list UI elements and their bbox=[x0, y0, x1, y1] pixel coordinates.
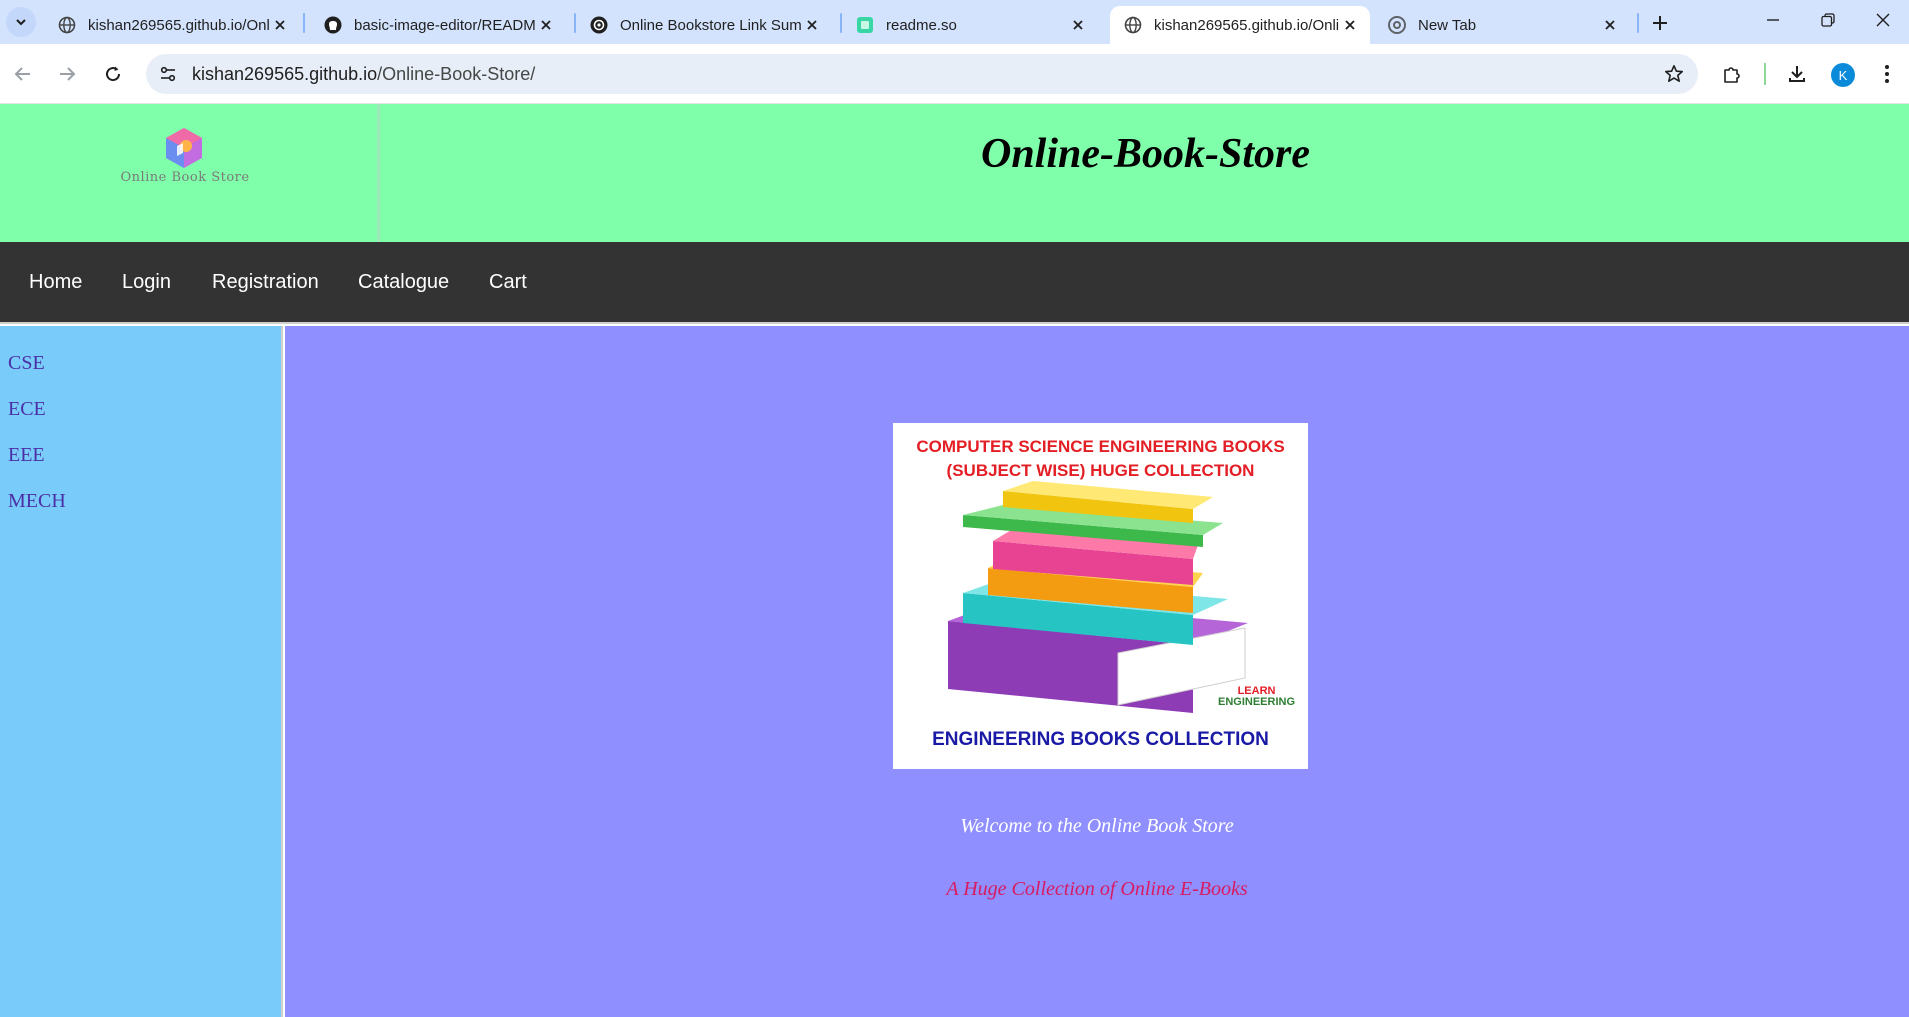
welcome-text: Welcome to the Online Book Store bbox=[960, 815, 1234, 837]
tab-title: New Tab bbox=[1418, 16, 1477, 34]
sidebar-item-cse[interactable]: CSE bbox=[8, 352, 45, 375]
sidebar-item-ece[interactable]: ECE bbox=[8, 398, 46, 421]
logo-area[interactable]: Online Book Store bbox=[0, 104, 380, 242]
nav-home-link[interactable]: Home bbox=[29, 242, 82, 322]
url-host: kishan269565.github.io bbox=[192, 64, 378, 84]
tab-title: kishan269565.github.io/Online-Book-Store… bbox=[1154, 16, 1340, 34]
book-store-logo-icon bbox=[166, 128, 202, 168]
globe-icon bbox=[1124, 16, 1142, 34]
close-icon[interactable] bbox=[270, 15, 290, 35]
nav-registration-link[interactable]: Registration bbox=[212, 242, 319, 322]
chatgpt-icon bbox=[590, 16, 608, 34]
close-icon[interactable] bbox=[802, 15, 822, 35]
browser-tab-strip: kishan269565.github.io/Online-Book-Store… bbox=[0, 0, 1909, 44]
browser-tab[interactable]: Online Bookstore Link Summary bbox=[576, 6, 832, 44]
restore-icon bbox=[1821, 13, 1835, 27]
back-button[interactable] bbox=[6, 57, 40, 91]
browser-tab[interactable]: New Tab bbox=[1374, 6, 1630, 44]
site-info-icon[interactable] bbox=[156, 62, 180, 86]
nav-login-link[interactable]: Login bbox=[122, 242, 171, 322]
restore-button[interactable] bbox=[1800, 0, 1856, 40]
close-icon bbox=[1876, 13, 1890, 27]
reload-button[interactable] bbox=[96, 57, 130, 91]
tab-separator bbox=[303, 13, 305, 33]
site-title: Online-Book-Store bbox=[980, 131, 1311, 177]
plus-icon bbox=[1653, 16, 1667, 30]
chevron-down-icon bbox=[16, 19, 26, 26]
chrome-icon bbox=[1388, 16, 1406, 34]
tab-title: readme.so bbox=[886, 16, 957, 34]
download-icon bbox=[1789, 66, 1805, 82]
browser-tab[interactable]: basic-image-editor/README.md bbox=[310, 6, 566, 44]
logo-text: Online Book Store bbox=[120, 170, 250, 185]
profile-avatar[interactable]: K bbox=[1831, 63, 1855, 87]
toolbar-separator bbox=[1764, 63, 1766, 85]
url-path: /Online-Book-Store/ bbox=[377, 64, 536, 84]
sidebar-item-mech[interactable]: MECH bbox=[8, 490, 66, 513]
minimize-button[interactable] bbox=[1745, 0, 1801, 40]
nav-catalogue-link[interactable]: Catalogue bbox=[358, 242, 449, 322]
close-icon[interactable] bbox=[1340, 15, 1360, 35]
extensions-button[interactable] bbox=[1715, 57, 1749, 91]
banner-footer: ENGINEERING BOOKS COLLECTION bbox=[932, 729, 1269, 750]
arrow-left-icon bbox=[14, 67, 30, 81]
main-navigation: Home Login Registration Catalogue Cart bbox=[0, 242, 1909, 324]
tab-title: basic-image-editor/README.md bbox=[354, 16, 536, 34]
minimize-icon bbox=[1767, 19, 1779, 21]
puzzle-icon bbox=[1724, 67, 1740, 83]
tab-title: Online Bookstore Link Summary bbox=[620, 16, 802, 34]
close-icon[interactable] bbox=[536, 15, 556, 35]
nav-cart-link[interactable]: Cart bbox=[489, 242, 527, 322]
forward-button[interactable] bbox=[50, 57, 84, 91]
reload-icon bbox=[106, 66, 121, 82]
main-content: COMPUTER SCIENCE ENGINEERING BOOKS (SUBJ… bbox=[285, 326, 1909, 1017]
browser-tab[interactable]: readme.so bbox=[842, 6, 1098, 44]
learn-engineering-logo-line2: ENGINEERING bbox=[1218, 696, 1296, 708]
book-stack-illustration bbox=[948, 481, 1248, 713]
category-sidebar: CSE ECE EEE MECH bbox=[0, 326, 283, 1017]
tab-separator bbox=[1637, 13, 1639, 33]
github-icon bbox=[324, 16, 342, 34]
arrow-right-icon bbox=[60, 67, 76, 81]
web-page: Online Book Store Online-Book-Store Home… bbox=[0, 104, 1909, 1017]
tagline-text: A Huge Collection of Online E-Books bbox=[946, 878, 1248, 900]
tab-search-button[interactable] bbox=[6, 7, 36, 37]
tab-title: kishan269565.github.io/Online-Book-Store… bbox=[88, 16, 270, 34]
url-text: kishan269565.github.io/Online-Book-Store… bbox=[192, 64, 535, 85]
readme-so-icon bbox=[856, 16, 874, 34]
close-icon[interactable] bbox=[1600, 15, 1620, 35]
close-icon[interactable] bbox=[1068, 15, 1088, 35]
more-vertical-icon bbox=[1885, 65, 1889, 83]
new-tab-button[interactable] bbox=[1646, 9, 1674, 37]
sidebar-item-eee[interactable]: EEE bbox=[8, 444, 45, 467]
address-bar[interactable]: kishan269565.github.io/Online-Book-Store… bbox=[146, 54, 1698, 94]
bookmark-star-icon[interactable] bbox=[1662, 62, 1686, 86]
site-header: Online Book Store Online-Book-Store bbox=[0, 104, 1909, 242]
engineering-books-banner-image: COMPUTER SCIENCE ENGINEERING BOOKS (SUBJ… bbox=[893, 423, 1308, 769]
browser-menu-button[interactable] bbox=[1870, 57, 1904, 91]
browser-toolbar: kishan269565.github.io/Online-Book-Store… bbox=[0, 44, 1909, 104]
close-window-button[interactable] bbox=[1855, 0, 1909, 40]
browser-tab-active[interactable]: kishan269565.github.io/Online-Book-Store… bbox=[1110, 6, 1370, 44]
downloads-button[interactable] bbox=[1780, 57, 1814, 91]
browser-tab[interactable]: kishan269565.github.io/Online-Book-Store… bbox=[44, 6, 300, 44]
globe-icon bbox=[58, 16, 76, 34]
learn-engineering-logo: LEARN ENGINEERING bbox=[1218, 686, 1295, 708]
